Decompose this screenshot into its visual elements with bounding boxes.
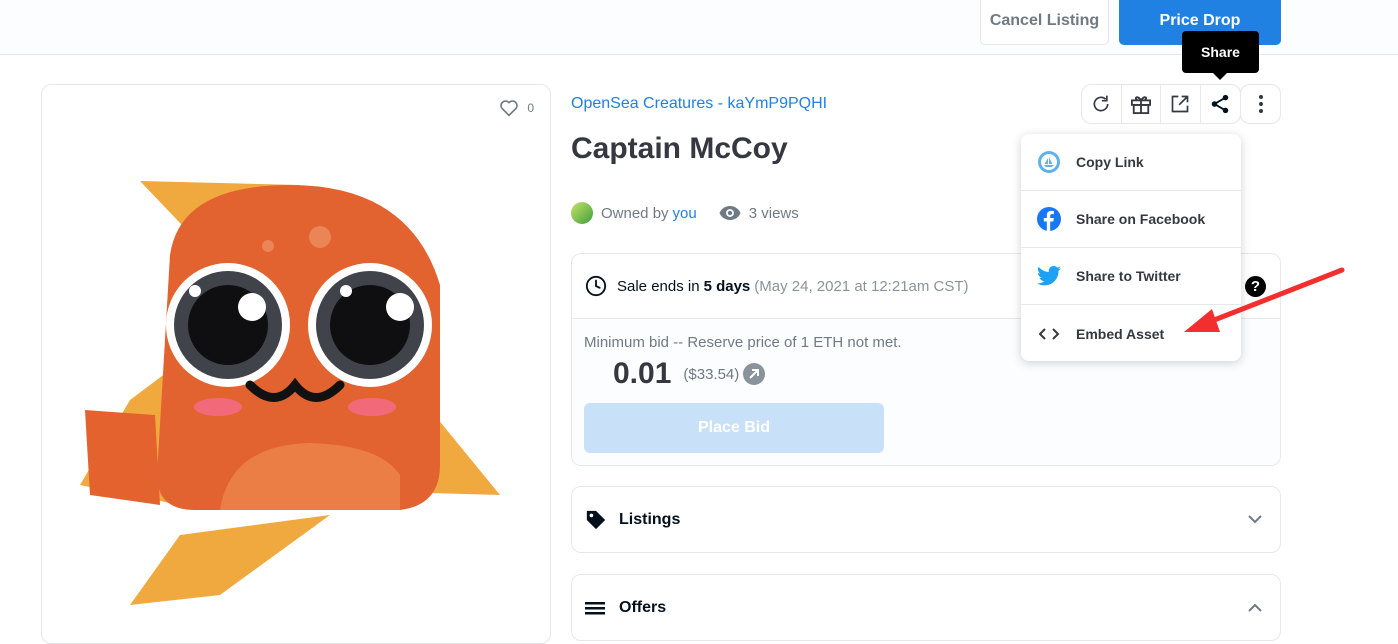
menu-item-label: Copy Link — [1076, 154, 1144, 170]
twitter-icon — [1037, 264, 1061, 288]
price-link-icon[interactable] — [743, 363, 766, 385]
share-icon — [1211, 94, 1229, 114]
menu-item-label: Embed Asset — [1076, 325, 1165, 342]
chevron-down-icon[interactable] — [1248, 515, 1262, 524]
transfer-button[interactable] — [1122, 85, 1161, 123]
asset-title: Captain McCoy — [571, 132, 788, 165]
minimum-bid-label: Minimum bid -- Reserve price of 1 ETH no… — [584, 334, 902, 351]
tag-icon — [586, 510, 606, 529]
refresh-icon — [1093, 95, 1109, 112]
owner-avatar[interactable] — [571, 202, 593, 224]
place-bid-button[interactable]: Place Bid — [584, 403, 884, 453]
favorite-count: 0 — [527, 101, 534, 115]
sale-end-time: (May 24, 2021 at 12:21am CST) — [754, 277, 969, 295]
eye-icon — [719, 206, 741, 220]
gift-icon — [1130, 96, 1151, 114]
owner-link[interactable]: you — [673, 205, 697, 222]
list-icon — [585, 601, 605, 614]
external-link-icon — [1171, 95, 1189, 113]
sale-ends-prefix: Sale ends in — [617, 277, 700, 295]
menu-item-label: Share on Facebook — [1076, 211, 1206, 227]
offers-panel[interactable]: Offers — [571, 574, 1281, 641]
more-vertical-icon — [1258, 95, 1263, 113]
cancel-listing-button[interactable]: Cancel Listing — [980, 0, 1109, 45]
menu-item-share-facebook[interactable]: Share on Facebook — [1021, 191, 1241, 248]
annotation-arrow — [1184, 267, 1345, 332]
collection-link[interactable]: OpenSea Creatures - kaYmP9PQHI — [571, 95, 827, 113]
facebook-icon — [1037, 207, 1061, 231]
external-link-button[interactable] — [1161, 85, 1201, 123]
clock-icon — [585, 275, 607, 297]
asset-toolbar — [1081, 84, 1241, 124]
refresh-button[interactable] — [1082, 85, 1122, 123]
price-row: 0.01 ($33.54) — [613, 357, 766, 391]
captain-mccoy-image — [80, 181, 500, 605]
opensea-logo-icon — [1037, 150, 1061, 174]
chevron-up-icon[interactable] — [1248, 603, 1262, 612]
owner-row: Owned by you 3 views — [571, 202, 799, 224]
heart-icon[interactable] — [499, 99, 519, 117]
more-options-button[interactable] — [1240, 84, 1281, 124]
menu-item-label: Share to Twitter — [1076, 268, 1181, 284]
tooltip-arrow — [1212, 72, 1228, 80]
usd-price: ($33.54) — [683, 365, 740, 383]
share-button[interactable] — [1201, 85, 1240, 123]
owned-by-label: Owned by — [601, 204, 669, 222]
listings-label: Listings — [619, 510, 681, 528]
menu-item-copy-link[interactable]: Copy Link — [1021, 134, 1241, 191]
current-price: 0.01 — [613, 357, 672, 390]
views-count: 3 views — [748, 204, 799, 222]
sale-duration: 5 days — [703, 277, 751, 295]
views-counter: 3 views — [719, 205, 799, 222]
share-tooltip: Share — [1182, 31, 1259, 73]
asset-image-card: 0 — [41, 84, 551, 644]
offers-label: Offers — [619, 598, 667, 616]
listings-panel[interactable]: Listings — [571, 486, 1281, 553]
code-icon — [1037, 322, 1061, 346]
favorite-counter[interactable]: 0 — [499, 99, 534, 117]
